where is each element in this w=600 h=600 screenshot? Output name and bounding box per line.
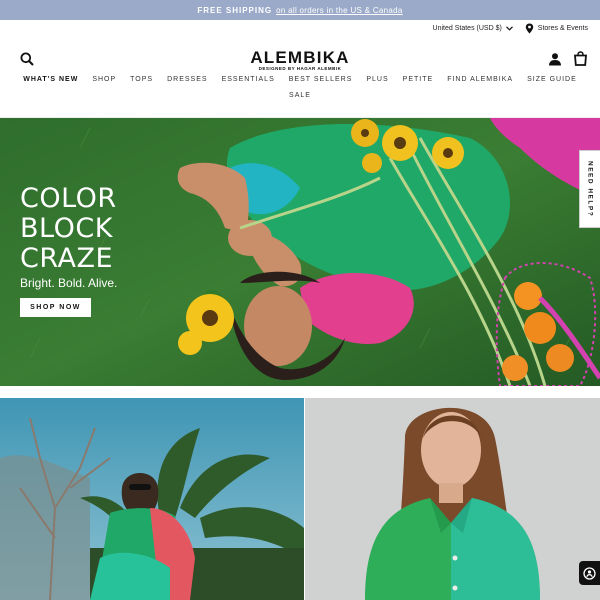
promo-image-right (305, 398, 600, 600)
logo-text: ALEMBIKA (250, 48, 350, 67)
cart-icon[interactable] (573, 51, 588, 66)
nav-row-secondary: SALE (0, 92, 600, 99)
nav-item-size-guide[interactable]: SIZE GUIDE (527, 76, 577, 83)
stores-events-link[interactable]: Stores & Events (525, 23, 588, 34)
nav-item-petite[interactable]: PETITE (403, 76, 434, 83)
promo-tile-left[interactable] (0, 398, 304, 600)
chat-icon (583, 566, 596, 580)
nav-item-plus[interactable]: PLUS (366, 76, 388, 83)
hero-subtitle: Bright. Bold. Alive. (20, 276, 118, 290)
hero-title: COLOR BLOCK CRAZE (20, 184, 117, 274)
nav-item-shop[interactable]: SHOP (92, 76, 116, 83)
account-icon[interactable] (548, 52, 562, 66)
need-help-label: NEED HELP? (586, 160, 594, 218)
currency-selector[interactable]: United States (USD $) (433, 25, 513, 32)
stores-events-label: Stores & Events (537, 24, 588, 32)
nav-item-sale[interactable]: SALE (289, 92, 311, 99)
brand-logo[interactable]: ALEMBIKA DESIGNED BY HAGAR ALEMBIK (0, 48, 600, 71)
location-pin-icon (525, 23, 533, 33)
site-header: ALEMBIKA DESIGNED BY HAGAR ALEMBIK WHAT'… (0, 36, 600, 118)
hero-banner[interactable]: COLOR BLOCK CRAZE Bright. Bold. Alive. S… (0, 118, 600, 386)
promo-tile-right[interactable] (305, 398, 600, 600)
main-navigation: WHAT'S NEW SHOP TOPS DRESSES ESSENTIALS … (0, 76, 600, 99)
nav-item-find-alembika[interactable]: FIND ALEMBIKA (447, 76, 513, 83)
hero-title-line3: CRAZE (20, 243, 114, 274)
announcement-link[interactable]: on all orders in the US & Canada (276, 6, 403, 15)
nav-item-tops[interactable]: TOPS (130, 76, 153, 83)
nav-item-dresses[interactable]: DRESSES (167, 76, 207, 83)
nav-item-whats-new[interactable]: WHAT'S NEW (23, 76, 78, 83)
shop-now-button[interactable]: SHOP NOW (20, 298, 91, 317)
hero-title-line1: COLOR (20, 183, 117, 214)
announcement-bar: FREE SHIPPING on all orders in the US & … (0, 0, 600, 20)
nav-item-essentials[interactable]: ESSENTIALS (222, 76, 275, 83)
promo-image-left (0, 398, 304, 600)
nav-row-primary: WHAT'S NEW SHOP TOPS DRESSES ESSENTIALS … (0, 76, 600, 83)
logo-tagline: DESIGNED BY HAGAR ALEMBIK (258, 66, 342, 71)
currency-label: United States (USD $) (432, 24, 502, 32)
need-help-tab[interactable]: NEED HELP? (579, 150, 600, 228)
chat-button[interactable] (579, 561, 600, 585)
nav-item-best-sellers[interactable]: BEST SELLERS (289, 76, 353, 83)
hero-copy: COLOR BLOCK CRAZE Bright. Bold. Alive. S… (20, 184, 117, 317)
chevron-down-icon (505, 25, 513, 31)
utility-bar: United States (USD $) Stores & Events (0, 20, 600, 36)
hero-title-line2: BLOCK (20, 213, 113, 244)
announcement-strong: FREE SHIPPING (197, 5, 273, 15)
